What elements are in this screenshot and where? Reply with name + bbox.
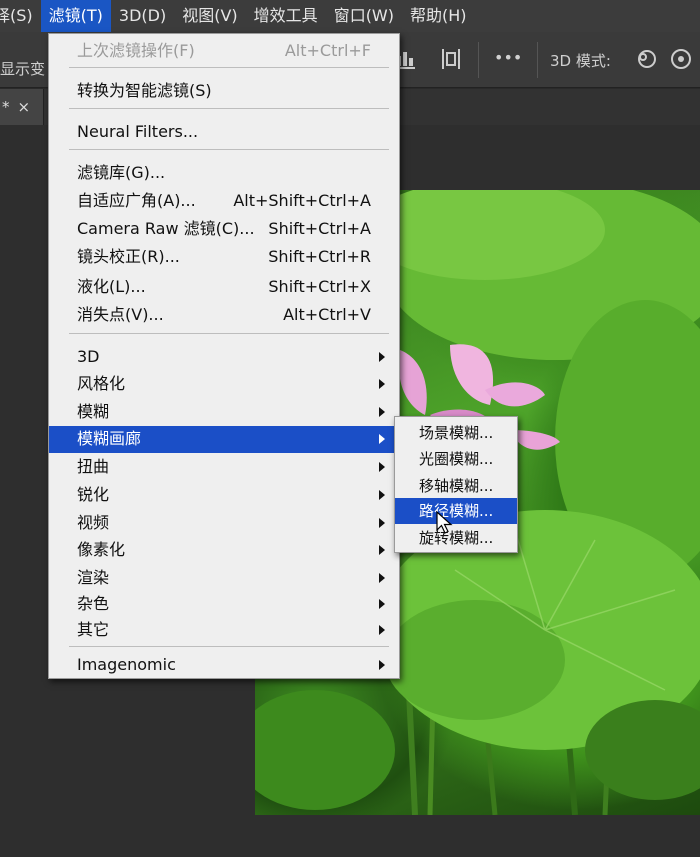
menu-item-label: 视频 xyxy=(77,513,110,532)
menu-item-label: 风格化 xyxy=(77,374,126,393)
submenu-blur-item[interactable]: 模糊 xyxy=(49,399,399,425)
menu-divider xyxy=(69,646,389,647)
menu-item-label: 像素化 xyxy=(77,540,126,559)
field-blur-item[interactable]: 场景模糊... xyxy=(395,420,517,446)
tilt-shift-item[interactable]: 移轴模糊... xyxy=(395,473,517,499)
filter-menu: 上次滤镜操作(F) Alt+Ctrl+F 转换为智能滤镜(S) Neural F… xyxy=(48,33,400,679)
menu-item-shortcut: Shift+Ctrl+R xyxy=(268,247,371,266)
submenu-arrow-icon xyxy=(379,379,385,389)
more-options-icon[interactable]: ••• xyxy=(494,48,524,74)
vanishing-point-item[interactable]: 消失点(V)... Alt+Ctrl+V xyxy=(49,302,399,328)
submenu-arrow-icon xyxy=(379,518,385,528)
menu-plugins[interactable]: 增效工具 xyxy=(246,0,326,32)
menu-item-label: 转换为智能滤镜(S) xyxy=(77,81,212,100)
submenu-sharpen-item[interactable]: 锐化 xyxy=(49,482,399,508)
menu-item-label: 滤镜库(G)... xyxy=(77,163,166,182)
submenu-pixelate-item[interactable]: 像素化 xyxy=(49,537,399,563)
last-filter-item[interactable]: 上次滤镜操作(F) Alt+Ctrl+F xyxy=(49,38,399,64)
submenu-arrow-icon xyxy=(379,660,385,670)
menu-item-shortcut: Alt+Ctrl+V xyxy=(283,305,371,324)
submenu-other-item[interactable]: 其它 xyxy=(49,617,399,643)
submenu-blur-gallery-item[interactable]: 模糊画廊 xyxy=(49,426,399,453)
options-separator xyxy=(478,42,479,78)
menu-item-label: 上次滤镜操作(F) xyxy=(77,41,195,60)
menu-view[interactable]: 视图(V) xyxy=(174,0,245,32)
menu-item-label: 扭曲 xyxy=(77,457,110,476)
show-transform-label: 显示变 xyxy=(0,60,46,78)
spin-blur-item[interactable]: 旋转模糊... xyxy=(395,525,517,551)
submenu-arrow-icon xyxy=(379,490,385,500)
menu-item-label: 渲染 xyxy=(77,568,110,587)
menu-item-label: 光圈模糊... xyxy=(419,450,494,468)
3d-mode-label: 3D 模式: xyxy=(550,52,611,70)
menu-item-label: 液化(L)... xyxy=(77,277,146,296)
submenu-imagenomic-item[interactable]: Imagenomic xyxy=(49,652,399,678)
blur-gallery-submenu: 场景模糊... 光圈模糊... 移轴模糊... 路径模糊... 旋转模糊... xyxy=(394,416,518,553)
submenu-arrow-icon xyxy=(379,434,385,444)
menu-select[interactable]: 择(S) xyxy=(0,0,41,32)
menu-item-label: 旋转模糊... xyxy=(419,529,494,547)
submenu-3d-item[interactable]: 3D xyxy=(49,344,399,370)
menu-item-label: 3D xyxy=(77,347,100,366)
submenu-video-item[interactable]: 视频 xyxy=(49,510,399,536)
menu-item-shortcut: Shift+Ctrl+A xyxy=(268,219,371,238)
neural-filters-item[interactable]: Neural Filters... xyxy=(49,119,399,145)
menu-item-label: 消失点(V)... xyxy=(77,305,164,324)
liquify-item[interactable]: 液化(L)... Shift+Ctrl+X xyxy=(49,274,399,300)
menu-filter[interactable]: 滤镜(T) xyxy=(40,0,111,32)
distribute-horizontal-icon[interactable] xyxy=(438,46,464,72)
submenu-arrow-icon xyxy=(379,352,385,362)
camera-raw-filter-item[interactable]: Camera Raw 滤镜(C)... Shift+Ctrl+A xyxy=(49,216,399,242)
menu-item-label: 自适应广角(A)... xyxy=(77,191,196,210)
convert-smart-filter-item[interactable]: 转换为智能滤镜(S) xyxy=(49,78,399,104)
document-tab[interactable]: * × xyxy=(0,89,44,125)
submenu-stylize-item[interactable]: 风格化 xyxy=(49,371,399,397)
filter-gallery-item[interactable]: 滤镜库(G)... xyxy=(49,160,399,186)
menu-divider xyxy=(69,108,389,109)
submenu-distort-item[interactable]: 扭曲 xyxy=(49,454,399,480)
menu-help[interactable]: 帮助(H) xyxy=(402,0,475,32)
menu-item-label: 移轴模糊... xyxy=(419,477,494,495)
menu-item-label: 模糊 xyxy=(77,402,110,421)
options-separator xyxy=(537,42,538,78)
menu-item-label: 其它 xyxy=(77,620,110,639)
submenu-arrow-icon xyxy=(379,599,385,609)
lens-correction-item[interactable]: 镜头校正(R)... Shift+Ctrl+R xyxy=(49,244,399,270)
menu-item-label: Neural Filters... xyxy=(77,122,199,141)
3d-rotate-icon[interactable] xyxy=(668,46,694,72)
adaptive-wide-angle-item[interactable]: 自适应广角(A)... Alt+Shift+Ctrl+A xyxy=(49,188,399,214)
menu-item-label: 杂色 xyxy=(77,594,110,613)
menu-divider xyxy=(69,333,389,334)
submenu-arrow-icon xyxy=(379,407,385,417)
submenu-arrow-icon xyxy=(379,462,385,472)
menu-item-shortcut: Alt+Ctrl+F xyxy=(284,41,371,60)
submenu-render-item[interactable]: 渲染 xyxy=(49,565,399,591)
submenu-noise-item[interactable]: 杂色 xyxy=(49,591,399,617)
menu-window[interactable]: 窗口(W) xyxy=(326,0,402,32)
menu-item-shortcut: Alt+Shift+Ctrl+A xyxy=(233,191,371,210)
close-icon[interactable]: × xyxy=(18,98,31,116)
menu-bar: 择(S) 滤镜(T) 3D(D) 视图(V) 增效工具 窗口(W) 帮助(H) xyxy=(0,0,700,32)
menu-item-label: 模糊画廊 xyxy=(77,429,142,448)
menu-item-label: 路径模糊... xyxy=(419,502,494,520)
document-tab-title: * xyxy=(2,98,10,116)
menu-item-label: Imagenomic xyxy=(77,655,176,674)
menu-divider xyxy=(69,67,389,68)
submenu-arrow-icon xyxy=(379,625,385,635)
submenu-arrow-icon xyxy=(379,545,385,555)
menu-item-label: 场景模糊... xyxy=(419,424,494,442)
menu-item-label: Camera Raw 滤镜(C)... xyxy=(77,219,255,238)
menu-3d[interactable]: 3D(D) xyxy=(111,0,174,32)
menu-item-label: 镜头校正(R)... xyxy=(77,247,180,266)
submenu-arrow-icon xyxy=(379,573,385,583)
3d-orbit-icon[interactable] xyxy=(634,46,660,72)
mouse-pointer-icon xyxy=(436,511,453,534)
iris-blur-item[interactable]: 光圈模糊... xyxy=(395,446,517,472)
menu-item-shortcut: Shift+Ctrl+X xyxy=(268,277,371,296)
menu-divider xyxy=(69,149,389,150)
path-blur-item[interactable]: 路径模糊... xyxy=(395,498,517,524)
menu-item-label: 锐化 xyxy=(77,485,110,504)
